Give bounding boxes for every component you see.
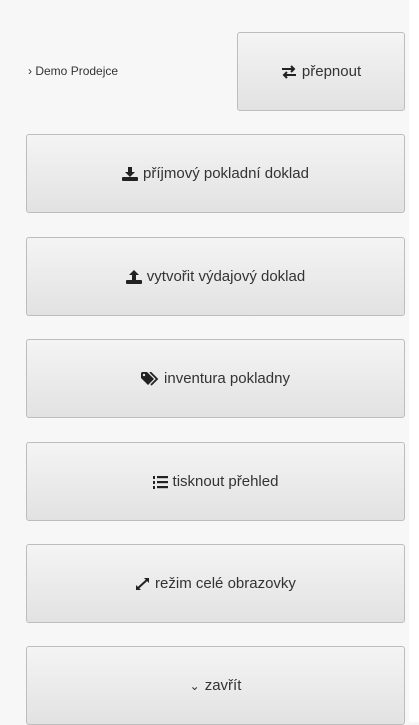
print-overview-button[interactable]: tisknout přehled <box>26 442 405 521</box>
print-overview-label: tisknout přehled <box>172 473 279 490</box>
close-button[interactable]: ⌄ zavřít <box>26 646 405 725</box>
fullscreen-label: režim celé obrazovky <box>155 575 296 592</box>
cash-inventory-label: inventura pokladny <box>164 370 290 387</box>
chevron-down-icon: ⌄ <box>189 678 200 693</box>
tags-icon <box>141 371 159 386</box>
user-prefix: › <box>28 64 32 78</box>
arrows-exchange-icon <box>281 64 297 79</box>
expense-receipt-label: vytvořit výdajový doklad <box>146 268 306 285</box>
list-ordered-icon <box>152 475 168 489</box>
expense-receipt-button[interactable]: vytvořit výdajový doklad <box>26 237 405 316</box>
switch-user-button[interactable]: přepnout <box>237 32 405 111</box>
upload-icon <box>125 269 142 284</box>
income-receipt-label: příjmový pokladní doklad <box>143 165 309 182</box>
close-label: zavřít <box>204 677 242 694</box>
header-row: › Demo Prodejce přepnout <box>26 32 405 111</box>
switch-button-label: přepnout <box>301 63 362 80</box>
expand-arrows-icon <box>135 577 150 591</box>
cash-register-menu-panel: › Demo Prodejce přepnout příjmový poklad… <box>0 0 419 725</box>
fullscreen-button[interactable]: režim celé obrazovky <box>26 544 405 623</box>
download-icon <box>122 166 139 181</box>
cash-inventory-button[interactable]: inventura pokladny <box>26 339 405 418</box>
user-name: Demo Prodejce <box>35 64 119 78</box>
current-user-label: › Demo Prodejce <box>28 64 118 78</box>
panel-edge <box>409 0 419 722</box>
income-receipt-button[interactable]: příjmový pokladní doklad <box>26 134 405 213</box>
